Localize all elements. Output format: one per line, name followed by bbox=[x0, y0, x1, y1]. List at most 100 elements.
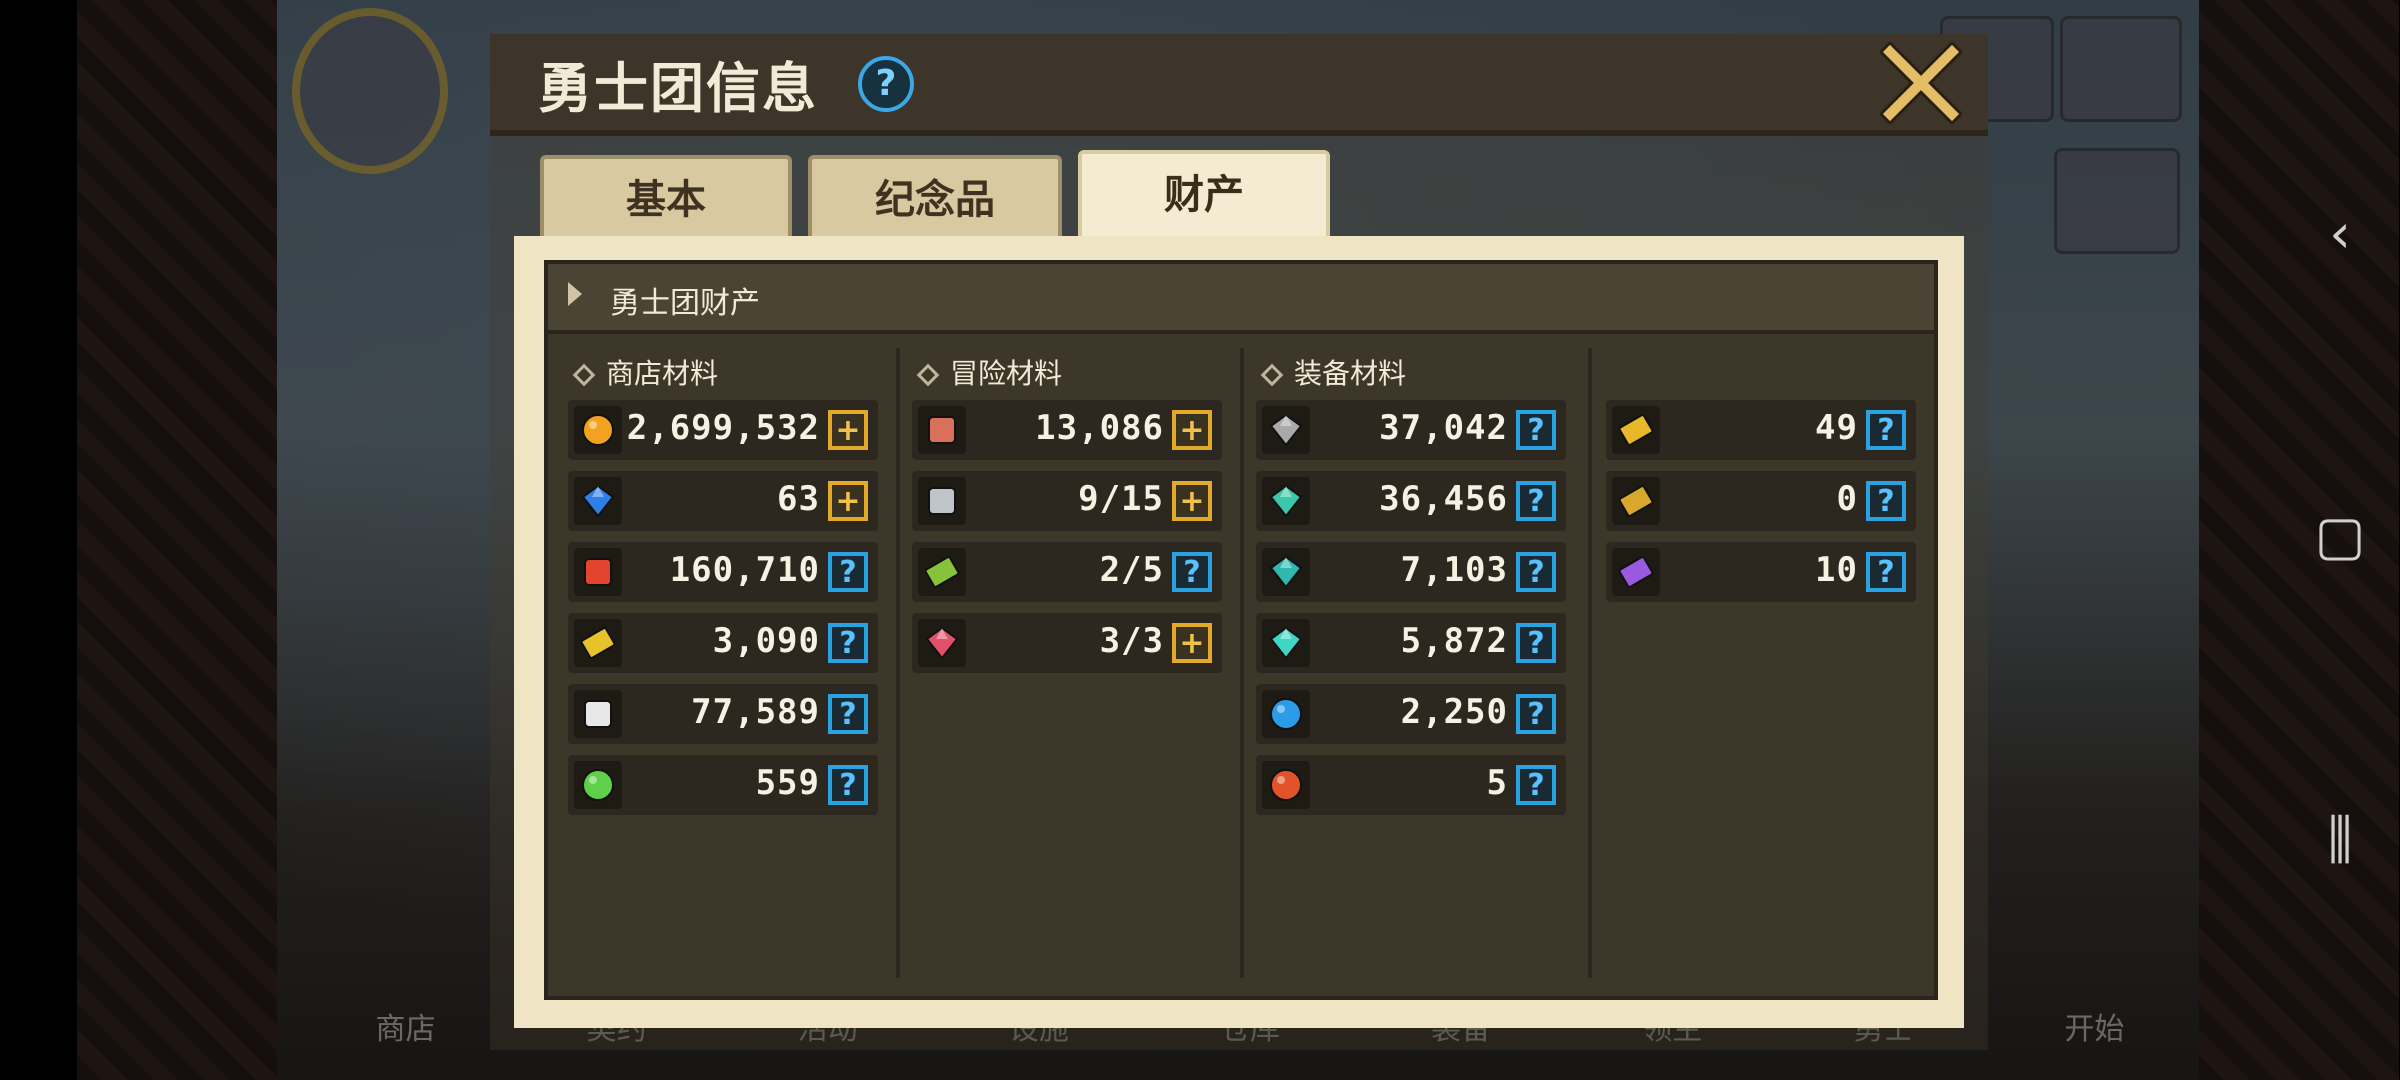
add-plus-icon[interactable]: + bbox=[1172, 623, 1212, 663]
teal-gem-icon bbox=[1262, 619, 1310, 667]
help-icon[interactable]: ? bbox=[1866, 552, 1906, 592]
red-orb-icon bbox=[1262, 761, 1310, 809]
resource-amount: 559 bbox=[755, 763, 820, 803]
green-ticket-icon bbox=[918, 548, 966, 596]
resource-amount: 37,042 bbox=[1379, 408, 1508, 448]
help-icon[interactable]: ? bbox=[1866, 481, 1906, 521]
diamond-bullet-icon bbox=[1260, 363, 1284, 387]
column-title-text: 装备材料 bbox=[1294, 357, 1407, 390]
help-icon[interactable]: ? bbox=[828, 552, 868, 592]
resource-row: 63 + bbox=[568, 471, 878, 531]
panel-title: 勇士团财产 bbox=[610, 286, 760, 321]
help-icon[interactable]: ? bbox=[828, 694, 868, 734]
resource-row: 2,250? bbox=[1256, 684, 1566, 744]
help-icon[interactable]: ? bbox=[1516, 694, 1556, 734]
resource-row: 5,872? bbox=[1256, 613, 1566, 673]
arrow-icon bbox=[568, 282, 582, 306]
background-menu-item: 商店 bbox=[375, 1012, 436, 1047]
teal-crystal-icon bbox=[1262, 548, 1310, 596]
close-icon[interactable] bbox=[1878, 40, 1964, 126]
resource-amount: 2,250 bbox=[1400, 692, 1508, 732]
iron-ore-icon bbox=[1262, 406, 1310, 454]
panel-header: 勇士团财产 bbox=[548, 264, 1934, 334]
resource-row: 3/3 + bbox=[912, 613, 1222, 673]
resource-row: 37,042? bbox=[1256, 400, 1566, 460]
background-menu-item: 开始 bbox=[2064, 1012, 2125, 1047]
assets-panel: 勇士团财产 商店材料 2,699,532 +63 +160,710? 3,090? 77,… bbox=[544, 260, 1938, 1000]
resource-row: 36,456? bbox=[1256, 471, 1566, 531]
add-plus-icon[interactable]: + bbox=[828, 481, 868, 521]
help-icon[interactable]: ? bbox=[1516, 623, 1556, 663]
help-icon[interactable]: ? bbox=[1516, 481, 1556, 521]
tab-souvenir[interactable]: 纪念品 bbox=[808, 155, 1062, 237]
meat-icon bbox=[918, 406, 966, 454]
resource-row: 9/15 + bbox=[912, 471, 1222, 531]
resource-amount: 49 bbox=[1815, 408, 1858, 448]
column-adventure-materials: 冒险材料 13,086 +9/15 +2/5? 3/3 + bbox=[912, 346, 1232, 996]
help-icon[interactable]: ? bbox=[828, 765, 868, 805]
resource-row: 7,103? bbox=[1256, 542, 1566, 602]
column-title: 装备材料 bbox=[1260, 352, 1407, 392]
background-border-left bbox=[77, 0, 277, 1080]
back-nav-icon[interactable]: ‹ bbox=[2290, 184, 2390, 284]
add-plus-icon[interactable]: + bbox=[1172, 410, 1212, 450]
fish-bone-icon bbox=[574, 690, 622, 738]
help-icon[interactable]: ? bbox=[1866, 410, 1906, 450]
help-icon[interactable]: ? bbox=[1172, 552, 1212, 592]
resource-amount: 10 bbox=[1815, 550, 1858, 590]
resource-amount: 63 bbox=[777, 479, 820, 519]
blue-orb-icon bbox=[1262, 690, 1310, 738]
column-title-text: 商店材料 bbox=[606, 357, 719, 390]
resource-row: 49? bbox=[1606, 400, 1916, 460]
green-orb-icon bbox=[574, 761, 622, 809]
blue-gem-icon bbox=[574, 477, 622, 525]
tab-assets[interactable]: 财产 bbox=[1078, 150, 1330, 240]
column-shop-materials: 商店材料 2,699,532 +63 +160,710? 3,090? 77,589? 55… bbox=[568, 346, 888, 996]
resource-row: 3,090? bbox=[568, 613, 878, 673]
column-equipment-materials: 装备材料 37,042? 36,456? 7,103? 5,872? 2,250? 5? bbox=[1256, 346, 1576, 996]
resource-amount: 0 bbox=[1836, 479, 1858, 519]
resource-amount: 13,086 bbox=[1035, 408, 1164, 448]
resource-amount: 2,699,532 bbox=[626, 408, 820, 448]
column-divider bbox=[1240, 348, 1244, 978]
column-divider bbox=[1588, 348, 1592, 978]
resource-row: 0? bbox=[1606, 471, 1916, 531]
resource-amount: 36,456 bbox=[1379, 479, 1508, 519]
resource-row: 13,086 + bbox=[912, 400, 1222, 460]
column-title: 商店材料 bbox=[572, 352, 719, 392]
column-extra-materials: 49? 0? 10? bbox=[1606, 346, 1926, 996]
key-icon bbox=[918, 477, 966, 525]
shop-building-icon bbox=[2054, 148, 2180, 254]
star-medal-icon bbox=[574, 548, 622, 596]
add-plus-icon[interactable]: + bbox=[828, 410, 868, 450]
column-title: 冒险材料 bbox=[916, 352, 1063, 392]
player-portrait bbox=[292, 8, 448, 174]
help-icon[interactable]: ? bbox=[1516, 552, 1556, 592]
teal-ore-icon bbox=[1262, 477, 1310, 525]
dialog-title: 勇士团信息 bbox=[538, 57, 818, 120]
diamond-bullet-icon bbox=[572, 363, 596, 387]
resource-amount: 2/5 bbox=[1099, 550, 1164, 590]
help-icon[interactable]: ? bbox=[1516, 765, 1556, 805]
resource-row: 2,699,532 + bbox=[568, 400, 878, 460]
resource-amount: 160,710 bbox=[669, 550, 820, 590]
resource-amount: 7,103 bbox=[1400, 550, 1508, 590]
tab-basic[interactable]: 基本 bbox=[540, 155, 792, 237]
resource-amount: 77,589 bbox=[691, 692, 820, 732]
resource-amount: 5,872 bbox=[1400, 621, 1508, 661]
help-icon[interactable]: ? bbox=[858, 56, 914, 112]
add-plus-icon[interactable]: + bbox=[1172, 481, 1212, 521]
dialog-titlebar: 勇士团信息 ? bbox=[490, 34, 1988, 136]
gold-coin-icon bbox=[574, 406, 622, 454]
home-nav-icon[interactable]: ▢ bbox=[2290, 486, 2390, 586]
recents-nav-icon[interactable]: ⫼ bbox=[2290, 790, 2390, 890]
resource-amount: 5 bbox=[1486, 763, 1508, 803]
help-icon[interactable]: ? bbox=[1516, 410, 1556, 450]
column-title-text: 冒险材料 bbox=[950, 357, 1063, 390]
diamond-bullet-icon bbox=[916, 363, 940, 387]
resource-row: 559? bbox=[568, 755, 878, 815]
resource-row: 5? bbox=[1256, 755, 1566, 815]
help-icon[interactable]: ? bbox=[828, 623, 868, 663]
resource-row: 77,589? bbox=[568, 684, 878, 744]
resource-row: 160,710? bbox=[568, 542, 878, 602]
